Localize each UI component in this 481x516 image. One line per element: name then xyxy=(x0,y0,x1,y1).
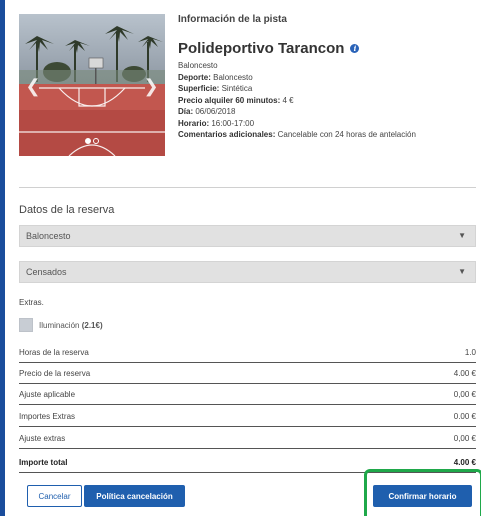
summary-label: Horas de la reserva xyxy=(19,347,89,357)
info-icon[interactable]: i xyxy=(350,43,360,53)
detail-value: Cancelable con 24 horas de antelación xyxy=(277,130,416,139)
detail-price: Precio alquiler 60 minutos: 4 € xyxy=(178,95,478,107)
summary-value: 0.00 € xyxy=(453,411,476,421)
summary-label: Ajuste extras xyxy=(19,433,66,443)
detail-value: Baloncesto xyxy=(213,72,253,82)
carousel-dot[interactable] xyxy=(85,138,91,144)
summary-label: Importes Extras xyxy=(19,411,76,421)
sport-select-value: Baloncesto xyxy=(26,231,71,241)
caret-down-icon: ▼ xyxy=(458,267,466,276)
detail-label: Deporte: xyxy=(178,72,211,82)
chevron-left-icon[interactable]: ❮ xyxy=(25,76,41,96)
summary-value: 4.00 € xyxy=(453,368,476,378)
sport-select[interactable]: Baloncesto ▼ xyxy=(19,225,476,247)
cancel-button[interactable]: Cancelar xyxy=(27,485,82,507)
lighting-checkbox[interactable] xyxy=(19,318,33,332)
reservation-panel: ❮ ❯ Información de la pista Polideportiv… xyxy=(5,0,481,516)
group-select-value: Censados xyxy=(26,267,67,277)
detail-value: 16:00-17:00 xyxy=(211,118,255,128)
court-photo-carousel: ❮ ❯ xyxy=(19,14,165,156)
detail-label: Horario: xyxy=(178,118,210,128)
carousel-dot[interactable] xyxy=(93,138,99,144)
detail-day: Día: 06/06/2018 xyxy=(178,106,478,118)
summary-label: Ajuste aplicable xyxy=(19,389,76,399)
summary-value: 1.0 xyxy=(464,347,476,357)
detail-label: Comentarios adicionales: xyxy=(178,130,276,139)
summary-value: 0,00 € xyxy=(453,433,476,443)
summary-label: Precio de la reserva xyxy=(19,368,91,378)
lighting-label: Iluminación (2.1€) xyxy=(39,321,103,330)
chevron-right-icon[interactable]: ❯ xyxy=(143,76,159,96)
detail-schedule: Horario: 16:00-17:00 xyxy=(178,118,478,130)
summary-row: Horas de la reserva 1.0 xyxy=(19,342,476,363)
confirm-highlight-frame xyxy=(364,469,481,516)
detail-label: Superficie: xyxy=(178,84,220,93)
caret-down-icon: ▼ xyxy=(458,231,466,240)
detail-value: 06/06/2018 xyxy=(195,107,236,116)
court-name-text: Polideportivo Tarancon xyxy=(178,39,345,57)
court-sport: Baloncesto xyxy=(178,61,218,70)
summary-value: 4.00 € xyxy=(453,457,476,467)
lighting-name: Iluminación xyxy=(39,320,80,330)
detail-surface: Superficie: Sintética xyxy=(178,83,478,95)
detail-label: Día: xyxy=(178,107,194,116)
detail-label: Precio alquiler 60 minutos: xyxy=(178,95,281,105)
detail-sport: Deporte: Baloncesto xyxy=(178,72,478,84)
summary-label: Importe total xyxy=(19,457,68,467)
summary-row: Ajuste aplicable 0,00 € xyxy=(19,384,476,405)
cancellation-policy-button[interactable]: Política cancelación xyxy=(84,485,185,507)
detail-comments: Comentarios adicionales: Cancelable con … xyxy=(178,129,478,141)
detail-value: Sintética xyxy=(221,84,253,93)
carousel-dots xyxy=(85,138,99,144)
lighting-price: (2.1€) xyxy=(81,320,103,330)
booking-section-title: Datos de la reserva xyxy=(19,204,115,216)
court-info-heading: Información de la pista xyxy=(178,14,287,25)
extra-lighting: Iluminación (2.1€) xyxy=(19,318,103,332)
summary-row: Importes Extras 0.00 € xyxy=(19,406,476,427)
detail-value: 4 € xyxy=(282,95,294,105)
group-select[interactable]: Censados ▼ xyxy=(19,261,476,283)
section-divider xyxy=(19,187,476,188)
summary-value: 0,00 € xyxy=(453,389,476,399)
summary-row: Precio de la reserva 4.00 € xyxy=(19,363,476,384)
court-name: Polideportivo Tarancon i xyxy=(178,38,478,58)
court-info: Información de la pista Polideportivo Ta… xyxy=(178,14,478,141)
summary-row: Ajuste extras 0,00 € xyxy=(19,428,476,449)
extras-label: Extras. xyxy=(19,298,44,307)
